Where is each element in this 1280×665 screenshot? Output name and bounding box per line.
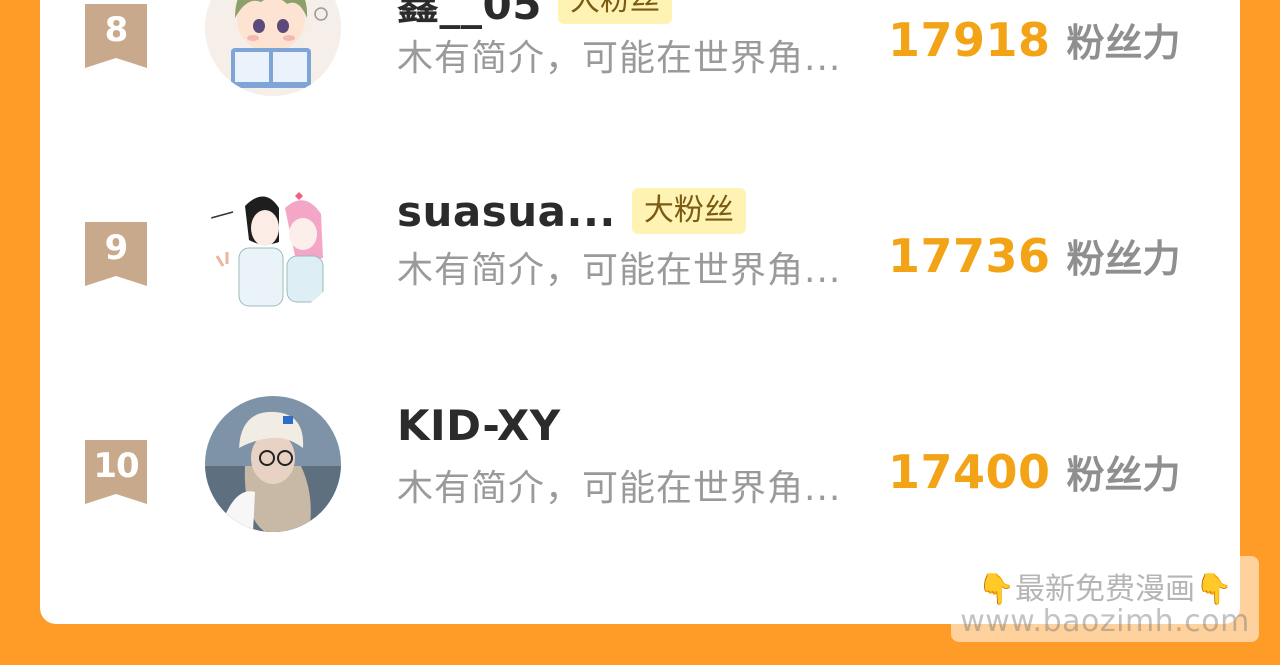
avatar[interactable] [205, 178, 341, 314]
anime-couple-icon [205, 178, 341, 314]
pointing-down-hand-icon: 👇 [977, 572, 1015, 607]
ranking-row[interactable]: 9 suasua... 大粉丝 木有简介，可能在世界角... 17736 粉丝力 [40, 178, 1240, 344]
user-intro: 木有简介，可能在世界角... [397, 38, 842, 79]
fan-ranking-card: 8 鑫__05 大粉丝 木有简介，可能在世界角... 17918 粉丝力 9 s… [40, 0, 1240, 624]
fan-level-badge: 大粉丝 [631, 188, 746, 234]
avatar[interactable] [205, 0, 341, 96]
rank-ribbon: 9 [85, 222, 147, 286]
user-name[interactable]: 鑫__05 [397, 0, 542, 32]
user-intro: 木有简介，可能在世界角... [397, 250, 842, 291]
fan-power-unit: 粉丝力 [1066, 453, 1181, 497]
girl-with-beanie-photo-icon [205, 396, 341, 532]
watermark-title-line: 👇最新免费漫画👇 [951, 564, 1259, 608]
anime-boy-reading-icon [205, 0, 341, 96]
fan-power: 17736 粉丝力 [888, 228, 1181, 283]
fan-power-unit: 粉丝力 [1066, 237, 1181, 281]
ranking-row[interactable]: 8 鑫__05 大粉丝 木有简介，可能在世界角... 17918 粉丝力 [40, 0, 1240, 126]
fan-power-value: 17736 [888, 229, 1051, 283]
fan-power: 17918 粉丝力 [888, 12, 1181, 67]
site-watermark: 👇最新免费漫画👇 www.baozimh.com [951, 556, 1259, 642]
watermark-title: 最新免费漫画 [1015, 572, 1195, 607]
rank-ribbon: 10 [85, 440, 147, 504]
user-name[interactable]: suasua... [397, 187, 616, 236]
ranking-row[interactable]: 10 KID-XY 木有简介，可能在世界角... 17400 粉丝力 [40, 396, 1240, 562]
rank-number: 10 [93, 446, 139, 486]
rank-ribbon: 8 [85, 4, 147, 68]
fan-power: 17400 粉丝力 [888, 444, 1181, 499]
fan-level-badge: 大粉丝 [557, 0, 672, 24]
fan-power-unit: 粉丝力 [1066, 21, 1181, 65]
fan-power-value: 17918 [888, 13, 1051, 67]
avatar[interactable] [205, 396, 341, 532]
user-intro: 木有简介，可能在世界角... [397, 468, 842, 509]
rank-number: 8 [104, 10, 129, 50]
watermark-url: www.baozimh.com [960, 604, 1250, 639]
pointing-down-hand-icon: 👇 [1195, 572, 1233, 607]
fan-power-value: 17400 [888, 445, 1051, 499]
rank-number: 9 [104, 228, 129, 268]
user-name[interactable]: KID-XY [397, 401, 561, 450]
